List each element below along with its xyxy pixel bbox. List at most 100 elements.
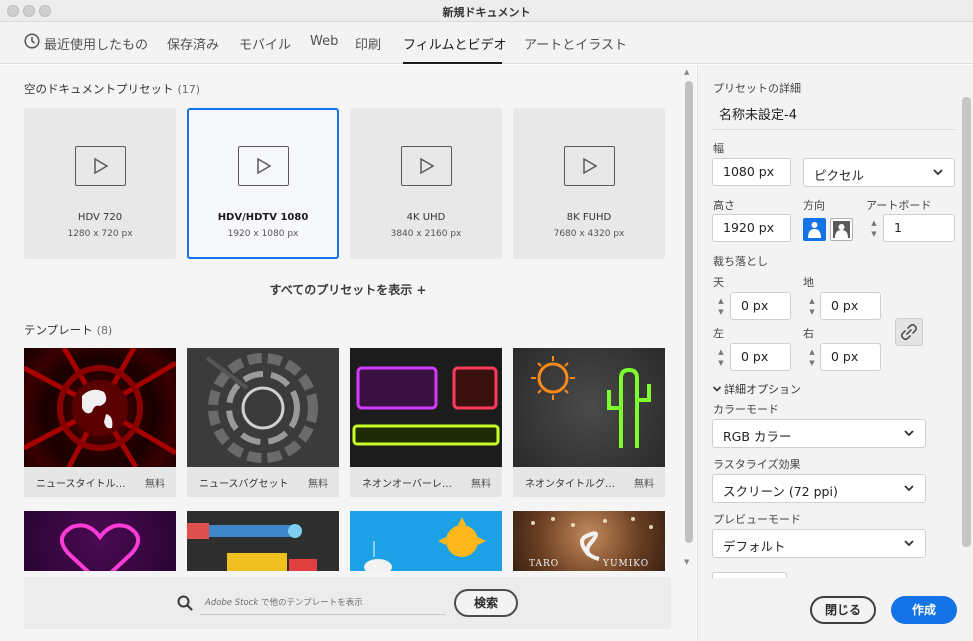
link-bleed-button[interactable] — [895, 318, 923, 346]
color-mode-select[interactable]: RGB カラー — [712, 419, 926, 448]
preset-card-8kfuhd[interactable]: 8K FUHD 7680 x 4320 px — [513, 108, 665, 259]
template-card-lower-third[interactable] — [187, 511, 339, 571]
tab-mobile[interactable]: モバイル — [239, 34, 291, 53]
view-all-presets-link[interactable]: すべてのプリセットを表示 + — [0, 281, 696, 298]
increment-arrow-icon[interactable]: ▲ — [806, 347, 818, 358]
bleed-right-label: 右 — [803, 327, 814, 340]
decrement-arrow-icon[interactable]: ▼ — [806, 307, 818, 318]
template-card-neon-title[interactable]: ネオンタイトルグ… 無料 — [513, 348, 665, 497]
decrement-arrow-icon[interactable]: ▼ — [868, 229, 880, 240]
chevron-down-icon — [904, 485, 914, 492]
height-input[interactable]: 1920 px — [712, 214, 791, 242]
portrait-orientation-button[interactable] — [803, 218, 826, 241]
template-name: ニュースバグセット — [199, 479, 289, 490]
template-thumbnail — [513, 348, 665, 467]
wedding-name-left: TARO — [529, 559, 560, 569]
bleed-bottom-input[interactable]: 0 px — [820, 292, 881, 320]
template-card-news-bug[interactable]: ニュースバグセット 無料 — [187, 348, 339, 497]
preset-name: 4K UHD — [406, 212, 446, 223]
presets-section-header: 空のドキュメントプリセット (17) — [24, 81, 200, 97]
preset-card-hdv720[interactable]: HDV 720 1280 x 720 px — [24, 108, 176, 259]
increment-arrow-icon[interactable]: ▲ — [715, 347, 727, 358]
bleed-top-value: 0 px — [741, 298, 769, 313]
category-tabs: 最近使用したもの 保存済み モバイル Web 印刷 フィルムとビデオ アートとイ… — [0, 22, 973, 64]
advanced-options-toggle[interactable]: 詳細オプション — [712, 381, 801, 397]
template-thumbnail — [187, 511, 339, 571]
document-name-field[interactable]: 名称未設定-4 — [719, 104, 797, 123]
tab-recent[interactable]: 最近使用したもの — [44, 34, 148, 53]
video-document-icon — [238, 146, 289, 186]
scroll-up-arrow-icon[interactable]: ▲ — [684, 68, 689, 76]
unit-select[interactable]: ピクセル — [803, 158, 955, 187]
scrollbar-thumb[interactable] — [685, 81, 693, 543]
bleed-right-input[interactable]: 0 px — [820, 343, 881, 371]
orientation-label: 方向 — [803, 199, 825, 212]
tab-saved[interactable]: 保存済み — [167, 34, 219, 53]
preset-card-4kuhd[interactable]: 4K UHD 3840 x 2160 px — [350, 108, 502, 259]
preview-mode-select[interactable]: デフォルト — [712, 529, 926, 558]
chevron-down-icon — [712, 386, 722, 392]
template-caption: ネオンタイトルグ… 無料 — [513, 467, 665, 497]
templates-count: (8) — [96, 324, 113, 337]
template-card-neon-heart[interactable] — [24, 511, 176, 571]
increment-arrow-icon[interactable]: ▲ — [868, 218, 880, 229]
increment-arrow-icon[interactable]: ▲ — [806, 296, 818, 307]
link-icon — [900, 323, 918, 341]
bleed-top-input[interactable]: 0 px — [730, 292, 791, 320]
artboard-input[interactable]: 1 — [883, 214, 955, 242]
template-caption: ネオンオーバーレ… 無料 — [350, 467, 502, 497]
bleed-top-stepper[interactable]: ▲ ▼ — [715, 296, 727, 318]
more-options-button-partial[interactable] — [712, 572, 787, 578]
artboard-label: アートボード — [866, 199, 932, 212]
tab-art-illustration[interactable]: アートとイラスト — [524, 34, 627, 53]
tab-print[interactable]: 印刷 — [355, 34, 381, 53]
active-tab-indicator — [403, 62, 502, 64]
create-button[interactable]: 作成 — [891, 596, 957, 624]
search-button[interactable]: 検索 — [454, 589, 518, 617]
template-card-news-title[interactable]: ニュースタイトル… 無料 — [24, 348, 176, 497]
details-header: プリセットの詳細 — [713, 82, 801, 95]
width-label: 幅 — [713, 142, 724, 155]
template-list-scrollbar[interactable]: ▲ ▼ — [683, 66, 695, 572]
preset-card-hdtv1080[interactable]: HDV/HDTV 1080 1920 x 1080 px — [187, 108, 339, 259]
preset-name: 8K FUHD — [566, 212, 612, 223]
window-title: 新規ドキュメント — [442, 6, 531, 19]
bleed-right-value: 0 px — [831, 349, 859, 364]
details-scrollbar[interactable] — [962, 97, 971, 547]
tab-film-video[interactable]: フィルムとビデオ — [403, 34, 506, 53]
bleed-left-stepper[interactable]: ▲ ▼ — [715, 347, 727, 369]
template-name: ニュースタイトル… — [36, 479, 126, 490]
bleed-label: 裁ち落とし — [713, 255, 768, 268]
decrement-arrow-icon[interactable]: ▼ — [715, 358, 727, 369]
preset-size: 7680 x 4320 px — [553, 229, 625, 239]
preview-mode-label: プレビューモード — [713, 513, 801, 526]
template-card-sky[interactable] — [350, 511, 502, 571]
tab-web[interactable]: Web — [310, 34, 338, 49]
template-thumbnail — [24, 511, 176, 571]
close-button[interactable]: 閉じる — [810, 596, 876, 624]
template-card-wedding[interactable]: TARO YUMIKO — [513, 511, 665, 571]
decrement-arrow-icon[interactable]: ▼ — [806, 358, 818, 369]
bleed-left-input[interactable]: 0 px — [730, 343, 791, 371]
search-icon — [177, 595, 193, 611]
artboard-stepper[interactable]: ▲ ▼ — [868, 218, 880, 240]
template-card-neon-overlay[interactable]: ネオンオーバーレ… 無料 — [350, 348, 502, 497]
template-name: ネオンオーバーレ… — [362, 479, 452, 490]
video-document-icon — [75, 146, 126, 186]
decrement-arrow-icon[interactable]: ▼ — [715, 307, 727, 318]
video-document-icon — [564, 146, 615, 186]
height-label: 高さ — [713, 199, 735, 212]
raster-effects-select[interactable]: スクリーン (72 ppi) — [712, 474, 926, 503]
presets-section-title: 空のドキュメントプリセット — [24, 82, 174, 96]
bleed-right-stepper[interactable]: ▲ ▼ — [806, 347, 818, 369]
templates-section-title: テンプレート — [24, 323, 93, 337]
stock-search-input[interactable]: Adobe Stock で他のテンプレートを表示 — [200, 591, 445, 615]
search-placeholder-text: で他のテンプレートを表示 — [258, 598, 363, 608]
landscape-orientation-button[interactable] — [830, 218, 853, 241]
increment-arrow-icon[interactable]: ▲ — [715, 296, 727, 307]
scroll-down-arrow-icon[interactable]: ▼ — [684, 558, 689, 566]
bleed-bottom-stepper[interactable]: ▲ ▼ — [806, 296, 818, 318]
chevron-down-icon — [904, 430, 914, 437]
template-caption: ニュースタイトル… 無料 — [24, 467, 176, 497]
width-input[interactable]: 1080 px — [712, 158, 791, 186]
